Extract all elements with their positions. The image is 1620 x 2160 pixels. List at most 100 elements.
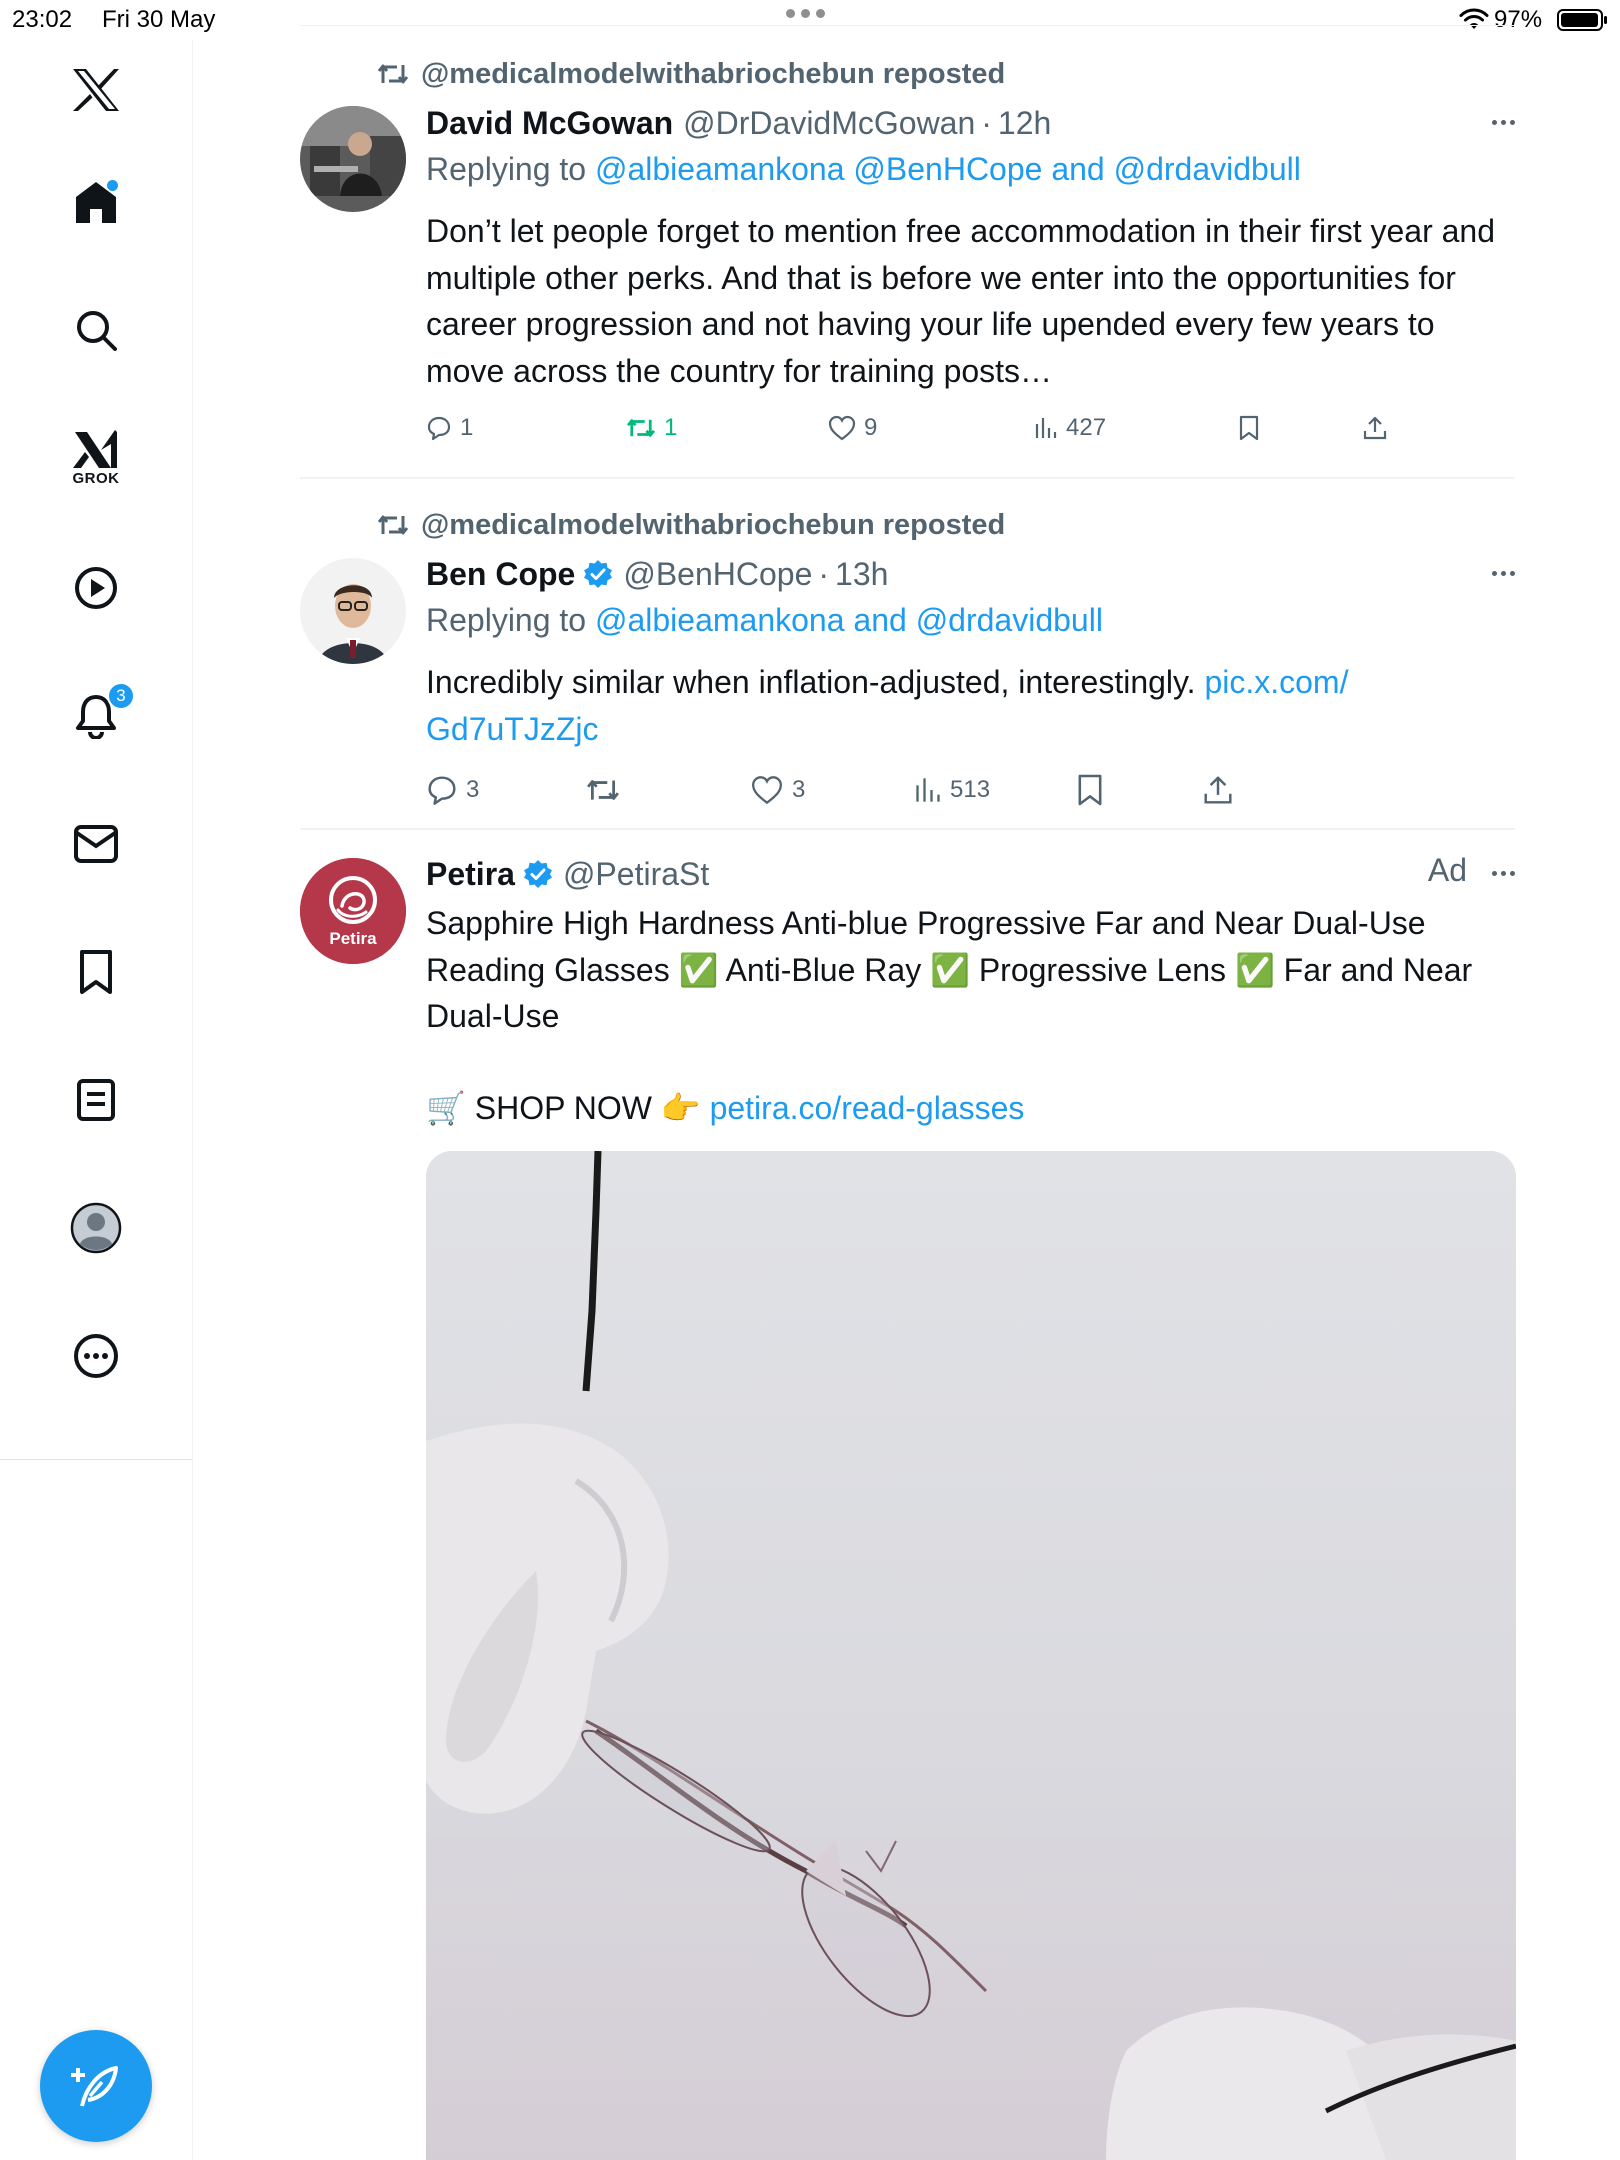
sidebar-item-more[interactable] bbox=[62, 1322, 130, 1390]
home-new-dot bbox=[107, 180, 118, 191]
compose-feather-icon bbox=[71, 2066, 118, 2107]
share-button[interactable] bbox=[1202, 770, 1234, 810]
sidebar-item-bookmarks[interactable] bbox=[62, 938, 130, 1006]
repost-icon bbox=[626, 419, 656, 437]
avatar[interactable] bbox=[300, 106, 406, 212]
repost-icon bbox=[377, 515, 409, 535]
separator-dot: · bbox=[981, 104, 992, 141]
bookmark-button[interactable] bbox=[1076, 770, 1104, 810]
feed-top-divider bbox=[300, 25, 1515, 26]
verified-badge-icon bbox=[523, 860, 552, 888]
post-text: Don’t let people forget to mention free … bbox=[426, 213, 1496, 389]
replying-prefix: Replying to bbox=[426, 602, 587, 638]
sidebar-item-messages[interactable] bbox=[62, 810, 130, 878]
repost-indicator: @medicalmodelwithabriochebun reposted bbox=[377, 56, 1005, 92]
reply-count: 3 bbox=[466, 776, 480, 803]
like-count: 9 bbox=[864, 414, 878, 441]
verified-badge-icon bbox=[584, 560, 613, 588]
post-text: Incredibly similar when inflation-adjust… bbox=[426, 659, 1516, 752]
status-time: 23:02 bbox=[12, 6, 73, 33]
sidebar-item-notifications[interactable]: 3 bbox=[62, 682, 135, 750]
sidebar: GROK 3 bbox=[0, 40, 193, 2160]
views-chart-icon bbox=[1035, 418, 1057, 438]
share-button[interactable] bbox=[1362, 408, 1388, 448]
repost-icon bbox=[377, 64, 409, 84]
post-divider bbox=[300, 477, 1515, 479]
pic-link-continued[interactable]: Gd7uTJzZjc bbox=[426, 711, 598, 747]
display-name[interactable]: David McGowan bbox=[426, 105, 673, 142]
post-divider bbox=[300, 828, 1515, 830]
handle[interactable]: @BenHCope bbox=[623, 556, 812, 593]
display-name[interactable]: Petira bbox=[426, 856, 515, 893]
post-time[interactable]: 12h bbox=[998, 105, 1051, 142]
compose-post-button[interactable] bbox=[40, 2030, 152, 2142]
sidebar-item-profile[interactable] bbox=[62, 1194, 130, 1262]
like-button[interactable]: 3 bbox=[750, 770, 805, 810]
repost-button[interactable] bbox=[586, 770, 628, 810]
list-icon bbox=[77, 1079, 115, 1121]
glasses-video-frame bbox=[426, 1151, 1516, 2160]
ad-label: Ad bbox=[1427, 852, 1467, 888]
repost-icon bbox=[587, 780, 619, 800]
heart-icon bbox=[828, 415, 856, 441]
bookmark-icon bbox=[80, 950, 112, 994]
replying-links[interactable]: @albieamankona and @drdavidbull bbox=[595, 602, 1103, 638]
profile-avatar-icon bbox=[70, 1202, 122, 1254]
pic-link[interactable]: pic.x.com/ bbox=[1204, 664, 1348, 700]
reply-button[interactable]: 1 bbox=[426, 408, 473, 448]
more-circle-icon bbox=[74, 1334, 118, 1378]
repost-button[interactable]: 1 bbox=[626, 408, 677, 448]
replying-links[interactable]: @albieamankona @BenHCope and @drdavidbul… bbox=[595, 151, 1301, 187]
post-more-button[interactable] bbox=[1475, 558, 1515, 588]
ad-video-media[interactable] bbox=[426, 1151, 1516, 2160]
like-count: 3 bbox=[792, 776, 806, 803]
reply-button[interactable]: 3 bbox=[426, 770, 479, 810]
post-header: Petira @PetiraSt bbox=[426, 852, 709, 896]
views-button[interactable]: 513 bbox=[914, 770, 990, 810]
sidebar-item-home[interactable] bbox=[62, 168, 130, 236]
grok-icon bbox=[73, 430, 117, 468]
views-count: 513 bbox=[950, 776, 991, 803]
shop-now-line: 🛒 SHOP NOW 👉 petira.co/read-glasses bbox=[426, 1085, 1516, 1132]
post-actions: 1 1 9 427 bbox=[426, 408, 1516, 448]
notification-badge: 3 bbox=[107, 682, 135, 710]
battery-icon bbox=[1557, 9, 1607, 31]
sidebar-divider bbox=[0, 1459, 192, 1460]
bookmark-icon bbox=[1078, 774, 1102, 806]
share-icon bbox=[1204, 776, 1232, 804]
avatar[interactable]: Petira bbox=[300, 858, 406, 964]
bookmark-icon bbox=[1239, 415, 1259, 441]
reply-icon bbox=[428, 776, 456, 805]
avatar[interactable] bbox=[300, 558, 406, 664]
share-icon bbox=[1363, 416, 1387, 440]
post-more-button[interactable] bbox=[1475, 107, 1515, 137]
like-button[interactable]: 9 bbox=[828, 408, 877, 448]
post-time[interactable]: 13h bbox=[835, 556, 888, 593]
post-header: David McGowan @DrDavidMcGowan · 12h bbox=[426, 101, 1051, 145]
sidebar-item-search[interactable] bbox=[62, 296, 130, 364]
sidebar-item-lists[interactable] bbox=[62, 1066, 130, 1134]
shop-link[interactable]: petira.co/read-glasses bbox=[710, 1090, 1025, 1126]
timeline-feed: @medicalmodelwithabriochebun reposted Da… bbox=[300, 0, 1516, 2160]
petira-avatar-text: Petira bbox=[329, 929, 377, 948]
handle[interactable]: @PetiraSt bbox=[563, 856, 709, 893]
views-button[interactable]: 427 bbox=[1034, 408, 1106, 448]
repost-indicator: @medicalmodelwithabriochebun reposted bbox=[377, 507, 1005, 543]
bookmark-button[interactable] bbox=[1238, 408, 1260, 448]
shop-now-text: 🛒 SHOP NOW 👉 bbox=[426, 1090, 701, 1126]
replying-prefix: Replying to bbox=[426, 151, 587, 187]
sidebar-item-grok[interactable]: GROK bbox=[62, 424, 130, 492]
x-logo-icon[interactable] bbox=[62, 56, 130, 124]
handle[interactable]: @DrDavidMcGowan bbox=[683, 105, 975, 142]
replying-to: Replying to @albieamankona and @drdavidb… bbox=[426, 602, 1103, 639]
sidebar-item-video[interactable] bbox=[62, 554, 130, 622]
views-chart-icon bbox=[916, 778, 940, 802]
search-icon bbox=[77, 311, 117, 351]
replying-to: Replying to @albieamankona @BenHCope and… bbox=[426, 151, 1301, 188]
separator-dot: · bbox=[818, 555, 830, 592]
views-count: 427 bbox=[1066, 414, 1107, 441]
display-name[interactable]: Ben Cope bbox=[426, 556, 575, 593]
reply-icon bbox=[427, 416, 451, 441]
post-more-button[interactable] bbox=[1475, 858, 1515, 888]
video-play-icon bbox=[75, 567, 117, 609]
